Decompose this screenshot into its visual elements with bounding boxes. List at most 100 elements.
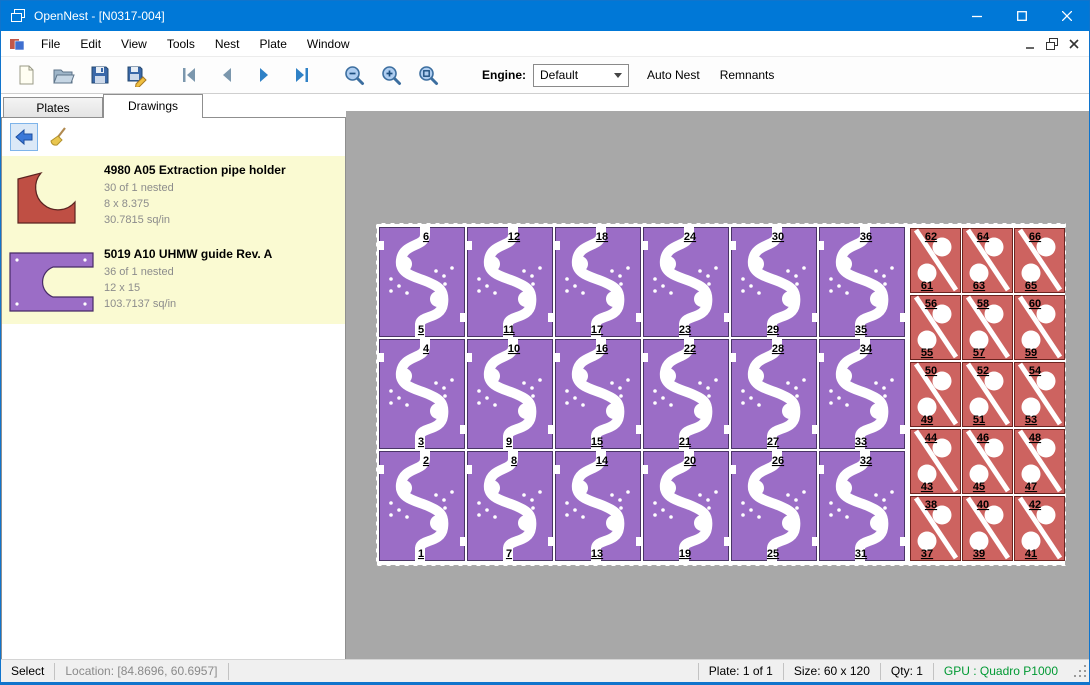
part-number: 3 bbox=[418, 436, 424, 448]
drawing-nested-count: 36 of 1 nested bbox=[104, 264, 272, 280]
drawing-area: 30.7815 sq/in bbox=[104, 212, 286, 228]
part-number: 64 bbox=[977, 231, 990, 243]
purple-part-pair[interactable]: 109 bbox=[467, 339, 553, 449]
red-part-pair[interactable]: 4847 bbox=[1015, 430, 1065, 494]
zoom-fit-icon[interactable] bbox=[413, 60, 443, 90]
red-part-pair[interactable]: 5049 bbox=[911, 363, 961, 427]
engine-value: Default bbox=[540, 68, 578, 82]
maximize-icon[interactable] bbox=[999, 1, 1044, 31]
open-icon[interactable] bbox=[48, 60, 78, 90]
zoom-in-icon[interactable] bbox=[376, 60, 406, 90]
drawing-size: 12 x 15 bbox=[104, 280, 272, 296]
part-number: 44 bbox=[925, 432, 938, 444]
part-number: 13 bbox=[591, 548, 603, 560]
zoom-out-icon[interactable] bbox=[339, 60, 369, 90]
part-number: 21 bbox=[679, 436, 691, 448]
purple-part-pair[interactable]: 2827 bbox=[731, 339, 817, 449]
nest-plate-svg[interactable]: 6512111817242330293635431091615222128273… bbox=[376, 223, 1066, 566]
part-number: 52 bbox=[977, 365, 989, 377]
purple-part-pair[interactable]: 1211 bbox=[467, 227, 553, 337]
purple-part-pair[interactable]: 2221 bbox=[643, 339, 729, 449]
red-part-pair[interactable]: 5655 bbox=[911, 296, 961, 360]
main-toolbar: Engine: Default Auto Nest Remnants bbox=[1, 57, 1089, 94]
qty-label: Qty: 1 bbox=[881, 663, 933, 679]
mdi-close-icon[interactable] bbox=[1063, 34, 1085, 54]
nav-last-icon[interactable] bbox=[286, 60, 316, 90]
nav-prev-icon[interactable] bbox=[212, 60, 242, 90]
red-part-pair[interactable]: 5251 bbox=[963, 363, 1013, 427]
list-item-drawing-1[interactable]: 4980 A05 Extraction pipe holder 30 of 1 … bbox=[2, 156, 345, 240]
remnants-button[interactable]: Remnants bbox=[718, 64, 777, 86]
purple-part-pair[interactable]: 21 bbox=[379, 451, 465, 561]
canvas[interactable]: 6512111817242330293635431091615222128273… bbox=[346, 94, 1090, 661]
red-part-pair[interactable]: 4241 bbox=[1015, 497, 1065, 561]
menu-nest[interactable]: Nest bbox=[205, 33, 250, 55]
nav-next-icon[interactable] bbox=[249, 60, 279, 90]
new-icon[interactable] bbox=[11, 60, 41, 90]
save-as-icon[interactable] bbox=[122, 60, 152, 90]
purple-part-pair[interactable]: 3029 bbox=[731, 227, 817, 337]
menu-view[interactable]: View bbox=[111, 33, 157, 55]
tab-strip: Plates Drawings bbox=[1, 94, 346, 118]
red-part-pair[interactable]: 4039 bbox=[963, 497, 1013, 561]
import-arrow-icon[interactable] bbox=[10, 123, 38, 151]
part-number: 48 bbox=[1029, 432, 1041, 444]
part-number: 20 bbox=[684, 455, 696, 467]
part-number: 36 bbox=[860, 231, 872, 243]
tab-plates[interactable]: Plates bbox=[3, 97, 103, 118]
title-bar: OpenNest - [N0317-004] bbox=[1, 1, 1089, 31]
red-part-pair[interactable]: 46 45 bbox=[963, 430, 1013, 494]
purple-part-pair[interactable]: 2019 bbox=[643, 451, 729, 561]
nav-first-icon[interactable] bbox=[175, 60, 205, 90]
part-number: 45 bbox=[973, 481, 985, 493]
purple-part-pair[interactable]: 2423 bbox=[643, 227, 729, 337]
menu-window[interactable]: Window bbox=[297, 33, 360, 55]
list-item-drawing-2[interactable]: 5019 A10 UHMW guide Rev. A 36 of 1 neste… bbox=[2, 240, 345, 324]
menu-edit[interactable]: Edit bbox=[70, 33, 111, 55]
red-part-pair[interactable]: 6059 bbox=[1015, 296, 1065, 360]
menu-bar: File Edit View Tools Nest Plate Window bbox=[1, 31, 1089, 57]
mdi-restore-icon[interactable] bbox=[1041, 34, 1063, 54]
tab-drawings[interactable]: Drawings bbox=[103, 94, 203, 118]
red-part-pair[interactable]: 6261 bbox=[911, 229, 961, 293]
red-part-pair[interactable]: 4443 bbox=[911, 430, 961, 494]
side-panel: Plates Drawings 4980 A05 Extract bbox=[1, 94, 346, 661]
purple-part-pair[interactable]: 2625 bbox=[731, 451, 817, 561]
part-number: 2 bbox=[423, 455, 429, 467]
part-number: 28 bbox=[772, 343, 784, 355]
part-number: 26 bbox=[772, 455, 784, 467]
menu-file[interactable]: File bbox=[31, 33, 70, 55]
purple-part-pair[interactable]: 87 bbox=[467, 451, 553, 561]
menu-tools[interactable]: Tools bbox=[157, 33, 205, 55]
minimize-icon[interactable] bbox=[954, 1, 999, 31]
part-number: 23 bbox=[679, 324, 691, 336]
canvas-background[interactable]: 6512111817242330293635431091615222128273… bbox=[346, 111, 1090, 661]
red-part-pair[interactable]: 5857 bbox=[963, 296, 1013, 360]
engine-select[interactable]: Default bbox=[533, 64, 629, 87]
menu-plate[interactable]: Plate bbox=[250, 33, 297, 55]
red-part-pair[interactable]: 5453 bbox=[1015, 363, 1065, 427]
save-icon[interactable] bbox=[85, 60, 115, 90]
purple-part-pair[interactable]: 3635 bbox=[819, 227, 905, 337]
nest-plate[interactable]: 6512111817242330293635431091615222128273… bbox=[376, 223, 1066, 566]
auto-nest-button[interactable]: Auto Nest bbox=[645, 64, 702, 86]
purple-part-pair[interactable]: 1817 bbox=[555, 227, 641, 337]
purple-part-pair[interactable]: 3433 bbox=[819, 339, 905, 449]
red-part-pair[interactable]: 6665 bbox=[1015, 229, 1065, 293]
purple-part-pair[interactable]: 1615 bbox=[555, 339, 641, 449]
red-part-pair[interactable]: 3837 bbox=[911, 497, 961, 561]
part-number: 46 bbox=[977, 432, 989, 444]
purple-part-pair[interactable]: 1413 bbox=[555, 451, 641, 561]
purple-part-pair[interactable]: 3231 bbox=[819, 451, 905, 561]
broom-icon[interactable] bbox=[46, 123, 74, 151]
red-part-pair[interactable]: 6463 bbox=[963, 229, 1013, 293]
part-number: 7 bbox=[506, 548, 512, 560]
resize-grip-icon[interactable] bbox=[1074, 665, 1087, 678]
part-number: 18 bbox=[596, 231, 608, 243]
part-number: 56 bbox=[925, 298, 937, 310]
close-icon[interactable] bbox=[1044, 1, 1089, 31]
purple-part-pair[interactable]: 65 bbox=[379, 227, 465, 337]
dropdown-caret-icon bbox=[614, 73, 622, 78]
purple-part-pair[interactable]: 43 bbox=[379, 339, 465, 449]
mdi-minimize-icon[interactable] bbox=[1019, 34, 1041, 54]
